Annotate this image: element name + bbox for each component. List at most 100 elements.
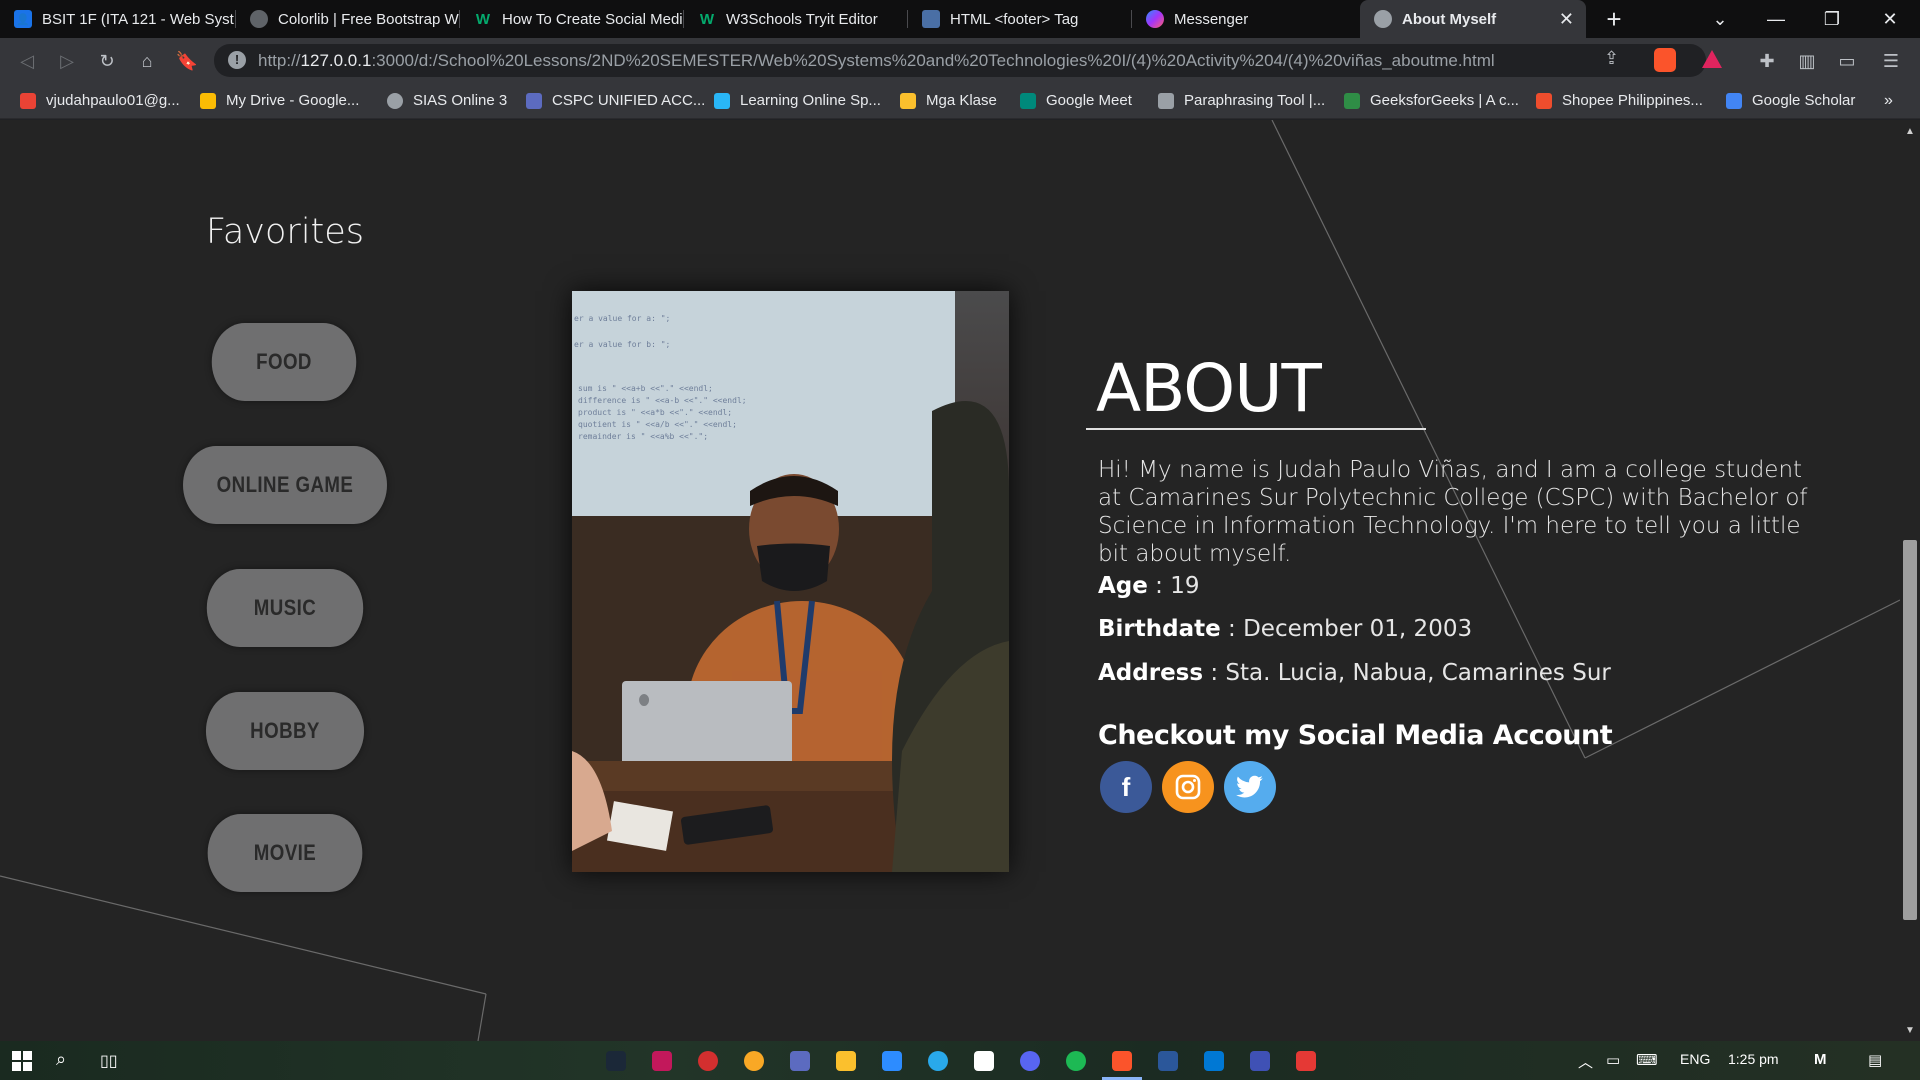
brave-rewards-icon[interactable] [1702,50,1722,68]
favorite-movie-button[interactable]: MOVIE [207,814,363,892]
bookmark-label: GeeksforGeeks | A c... [1370,92,1519,109]
bookmark-scholar[interactable]: Google Scholar [1726,92,1855,109]
tab-social-media[interactable]: W How To Create Social Medi [460,0,684,38]
wallet-icon[interactable]: ▭ [1832,46,1862,76]
reload-button[interactable]: ↻ [92,46,122,76]
facebook-button[interactable]: f [1100,761,1152,813]
more-bookmarks-icon[interactable]: » [1884,92,1893,110]
app-icon[interactable] [744,1051,764,1071]
zoom-icon[interactable] [882,1051,902,1071]
page-viewport: Favorites FOOD ONLINE GAME MUSIC HOBBY M… [0,120,1900,1041]
quill-icon [1158,92,1174,109]
bookmark-label: Shopee Philippines... [1562,92,1703,109]
new-tab-button[interactable]: + [1586,0,1642,38]
bookmark-paraphrasing[interactable]: Paraphrasing Tool |... [1158,92,1325,109]
tab-tryit-editor[interactable]: W W3Schools Tryit Editor [684,0,908,38]
about-title: ABOUT [1096,350,1322,427]
windows-taskbar: ⌕ ▯▯ ︿ ▭ ⌨ ENG 1:25 pm M ▤ [0,1041,1920,1080]
home-button[interactable]: ⌂ [132,46,162,76]
keyboard-icon[interactable]: ⌨ [1636,1051,1658,1069]
twitter-icon [1236,775,1263,798]
close-icon[interactable]: ✕ [1559,9,1574,30]
tab-footer-tag[interactable]: HTML <footer> Tag [908,0,1132,38]
sidebar-icon[interactable]: ▥ [1792,46,1822,76]
cspc-icon [526,92,542,109]
brave-shield-icon[interactable] [1654,48,1676,72]
bookmark-sias[interactable]: SIAS Online 3 [387,92,507,109]
share-icon[interactable]: ⇪ [1604,48,1619,69]
menu-icon[interactable]: ☰ [1876,46,1906,76]
discord-icon[interactable] [1020,1051,1040,1071]
bookmark-drive[interactable]: My Drive - Google... [200,92,359,109]
messenger-icon [1146,10,1164,28]
wps-icon[interactable] [1296,1051,1316,1071]
bookmark-gfg[interactable]: GeeksforGeeks | A c... [1344,92,1519,109]
back-button[interactable]: ◁ [12,46,42,76]
drive-icon [200,92,216,109]
address-row: Address : Sta. Lucia, Nabua, Camarines S… [1098,660,1611,686]
bookmark-gmail[interactable]: vjudahpaulo01@g... [20,92,180,109]
word-icon[interactable] [1158,1051,1178,1071]
steam-icon[interactable] [606,1051,626,1071]
tab-bsit[interactable]: 👤 BSIT 1F (ITA 121 - Web Syst [0,0,236,38]
bookmark-mga-klase[interactable]: Mga Klase [900,92,997,109]
close-window-button[interactable]: ✕ [1860,0,1920,38]
instagram-button[interactable] [1162,761,1214,813]
brave-icon[interactable] [1112,1051,1132,1071]
forward-button[interactable]: ▷ [52,46,82,76]
battery-icon[interactable]: ▭ [1606,1051,1620,1069]
task-view-icon[interactable]: ▯▯ [100,1051,118,1071]
favorite-online-game-button[interactable]: ONLINE GAME [183,446,387,524]
bookmark-shopee[interactable]: Shopee Philippines... [1536,92,1703,109]
bookmark-label: vjudahpaulo01@g... [46,92,180,109]
bookmark-learning[interactable]: Learning Online Sp... [714,92,881,109]
tab-title: W3Schools Tryit Editor [726,10,878,28]
telegram-icon[interactable] [928,1051,948,1071]
chevron-up-icon[interactable]: ︿ [1578,1051,1593,1072]
app-icon[interactable] [652,1051,672,1071]
tab-messenger[interactable]: Messenger [1132,0,1356,38]
favorite-hobby-button[interactable]: HOBBY [205,692,365,770]
twitter-button[interactable] [1224,761,1276,813]
vscode-icon[interactable] [1204,1051,1224,1071]
classroom-icon: 👤 [14,10,32,28]
scroll-down-icon[interactable]: ▼ [1905,1025,1915,1036]
capcut-icon[interactable] [974,1051,994,1071]
minimize-button[interactable]: — [1748,0,1804,38]
page-scrollbar[interactable]: ▲ ▼ [1900,120,1920,1041]
tab-colorlib[interactable]: Colorlib | Free Bootstrap W [236,0,460,38]
tab-about-myself[interactable]: About Myself ✕ [1360,0,1586,38]
bookmark-label: Google Meet [1046,92,1132,109]
language-indicator[interactable]: ENG [1680,1051,1710,1067]
clock[interactable]: 1:25 pm [1728,1051,1779,1067]
restore-button[interactable]: ❐ [1804,0,1860,38]
address-bar[interactable]: ! http://127.0.0.1:3000/d:/School%20Less… [214,44,1722,77]
tab-title: BSIT 1F (ITA 121 - Web Syst [42,10,234,28]
svg-text:sum is " <<a+b <<"." <<endl;: sum is " <<a+b <<"." <<endl; [578,384,713,393]
scroll-thumb[interactable] [1903,540,1917,920]
browser-toolbar: ◁ ▷ ↻ ⌂ 🔖 ! http://127.0.0.1:3000/d:/Sch… [0,38,1920,83]
favorite-food-button[interactable]: FOOD [211,323,357,401]
file-explorer-icon[interactable] [836,1051,856,1071]
favorite-music-button[interactable]: MUSIC [206,569,364,647]
bookmark-label: Paraphrasing Tool |... [1184,92,1326,109]
bookmark-meet[interactable]: Google Meet [1020,92,1132,109]
devcpp-icon[interactable] [1250,1051,1270,1071]
chevron-down-icon[interactable]: ⌄ [1692,0,1748,38]
notifications-icon[interactable]: ▤ [1868,1051,1882,1069]
extensions-icon[interactable]: ✚ [1752,46,1782,76]
app-icon[interactable] [790,1051,810,1071]
bookmark-cspc[interactable]: CSPC UNIFIED ACC... [526,92,705,109]
info-icon[interactable]: ! [228,51,246,69]
scroll-up-icon[interactable]: ▲ [1905,126,1915,137]
profile-photo: er a value for a: "; er a value for b: "… [572,291,1009,872]
app-icon[interactable] [698,1051,718,1071]
globe-icon [387,92,403,109]
url-text[interactable]: http://127.0.0.1:3000/d:/School%20Lesson… [258,51,1495,71]
app-icon[interactable]: M [1814,1051,1827,1068]
spotify-icon[interactable] [1066,1051,1086,1071]
search-icon[interactable]: ⌕ [56,1049,66,1070]
bookmark-icon[interactable]: 🔖 [172,46,202,76]
windows-start-icon[interactable] [12,1051,32,1071]
tab-title: Colorlib | Free Bootstrap W [278,10,459,28]
